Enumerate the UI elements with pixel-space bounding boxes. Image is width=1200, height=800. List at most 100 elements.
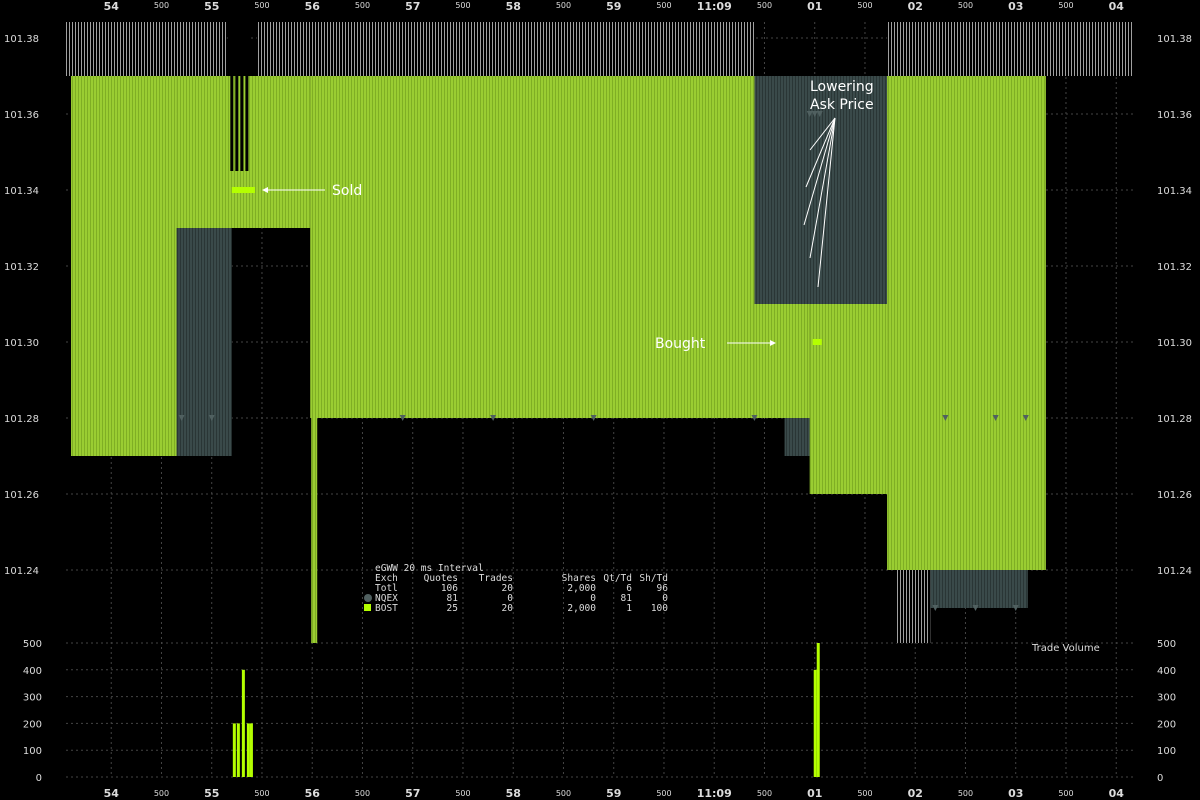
stats-cell: 25 <box>447 603 458 614</box>
volume-tick-label-left: 0 <box>36 773 42 784</box>
time-minor-label-top: 500 <box>656 1 671 10</box>
volume-tick-label-left: 500 <box>23 639 42 650</box>
time-label-bottom: 54 <box>104 787 120 800</box>
volume-tick-label-left: 300 <box>23 693 42 704</box>
time-minor-label-top: 500 <box>254 1 269 10</box>
volume-tick-label-right: 400 <box>1157 666 1176 677</box>
price-tick-label-right: 101.30 <box>1157 338 1192 349</box>
annotation-lowering-ask-line1: Lowering <box>810 79 874 95</box>
volume-tick-label-left: 100 <box>23 746 42 757</box>
time-label-top: 59 <box>606 0 621 13</box>
price-tick-label-left: 101.30 <box>4 338 39 349</box>
time-minor-label-bottom: 500 <box>556 789 571 798</box>
volume-tick-label-left: 400 <box>23 666 42 677</box>
volume-tick-label-right: 0 <box>1157 773 1163 784</box>
time-label-bottom: 56 <box>305 787 321 800</box>
price-tick-label-left: 101.38 <box>4 34 39 45</box>
time-minor-label-top: 500 <box>355 1 370 10</box>
trade-chart: 101.38 101.38 101.36 101.36 101.34 101.34 101.… <box>4 0 1192 800</box>
time-label-top: 57 <box>405 0 420 13</box>
volume-tick-label-right: 300 <box>1157 693 1176 704</box>
time-label-top: 04 <box>1109 0 1125 13</box>
nqex-quote-block <box>930 570 1028 608</box>
time-label-top: 54 <box>104 0 120 13</box>
time-minor-label-top: 500 <box>757 1 772 10</box>
legend-nqex-swatch <box>364 594 372 602</box>
price-tick-label-left: 101.34 <box>4 186 39 197</box>
volume-tick-label-left: 200 <box>23 719 42 730</box>
trade-volume-bar <box>813 669 817 777</box>
time-label-bottom: 55 <box>204 787 219 800</box>
trade-volume-bar <box>241 669 245 777</box>
price-tick-label-right: 101.28 <box>1157 414 1192 425</box>
time-label-bottom: 02 <box>908 787 923 800</box>
time-label-bottom: 03 <box>1008 787 1023 800</box>
price-tick-label-right: 101.32 <box>1157 262 1192 273</box>
stats-cell: 2,000 <box>567 603 596 614</box>
time-label-top: 55 <box>204 0 219 13</box>
time-minor-label-top: 500 <box>556 1 571 10</box>
volume-axis-label: Trade Volume <box>1031 643 1100 654</box>
time-minor-label-top: 500 <box>1058 1 1073 10</box>
bost-quote-band <box>887 76 1046 570</box>
time-minor-label-bottom: 500 <box>455 789 470 798</box>
trade-price-marker <box>815 339 822 345</box>
time-label-bottom: 58 <box>506 787 521 800</box>
trade-price-marker <box>248 187 255 193</box>
nqex-quote-block <box>176 228 232 456</box>
time-label-bottom: 11:09 <box>697 787 732 800</box>
trade-volume-bar <box>246 723 250 777</box>
trade-volume-bar <box>816 643 820 777</box>
trade-volume-bar <box>249 723 253 777</box>
stats-cell: 1 <box>626 603 632 614</box>
time-label-top: 01 <box>807 0 822 13</box>
price-tick-label-right: 101.36 <box>1157 110 1192 121</box>
time-minor-label-bottom: 500 <box>254 789 269 798</box>
annotation-lowering-ask-line2: Ask Price <box>810 97 874 113</box>
time-minor-label-bottom: 500 <box>656 789 671 798</box>
price-tick-label-left: 101.36 <box>4 110 39 121</box>
time-minor-label-bottom: 500 <box>355 789 370 798</box>
time-label-bottom: 57 <box>405 787 420 800</box>
time-label-top: 11:09 <box>697 0 732 13</box>
bost-quote-band <box>71 76 177 456</box>
time-minor-label-bottom: 500 <box>857 789 872 798</box>
stats-cell: 100 <box>651 603 668 614</box>
ask-hatch <box>887 22 1134 76</box>
nqex-quote-block <box>784 418 810 456</box>
price-tick-label-left: 101.28 <box>4 414 39 425</box>
time-minor-label-top: 500 <box>958 1 973 10</box>
annotation-bought: Bought <box>655 336 706 352</box>
volume-tick-label-right: 100 <box>1157 746 1176 757</box>
ask-hatch <box>256 22 755 76</box>
bost-quote-spike <box>311 418 318 643</box>
volume-tick-label-right: 200 <box>1157 719 1176 730</box>
time-label-top: 56 <box>305 0 321 13</box>
time-label-bottom: 59 <box>606 787 621 800</box>
bost-quote-band <box>809 304 888 494</box>
time-minor-label-top: 500 <box>154 1 169 10</box>
time-label-top: 58 <box>506 0 521 13</box>
time-minor-label-top: 500 <box>455 1 470 10</box>
volume-tick-label-right: 500 <box>1157 639 1176 650</box>
trade-volume-bar <box>236 723 240 777</box>
price-tick-label-left: 101.26 <box>4 490 39 501</box>
time-minor-label-bottom: 500 <box>958 789 973 798</box>
time-minor-label-top: 500 <box>857 1 872 10</box>
stats-cell: 20 <box>502 603 514 614</box>
legend-bost-swatch <box>364 604 371 611</box>
time-label-bottom: 04 <box>1109 787 1125 800</box>
bost-quote-band <box>176 76 311 228</box>
time-label-top: 02 <box>908 0 923 13</box>
time-label-top: 03 <box>1008 0 1023 13</box>
price-tick-label-left: 101.32 <box>4 262 39 273</box>
price-tick-label-right: 101.34 <box>1157 186 1192 197</box>
time-minor-label-bottom: 500 <box>1058 789 1073 798</box>
time-label-bottom: 01 <box>807 787 822 800</box>
annotation-sold: Sold <box>332 183 362 199</box>
price-tick-label-left: 101.24 <box>4 566 39 577</box>
price-tick-label-right: 101.24 <box>1157 566 1192 577</box>
time-minor-label-bottom: 500 <box>154 789 169 798</box>
stats-cell: BOST <box>375 603 398 614</box>
price-tick-label-right: 101.26 <box>1157 490 1192 501</box>
